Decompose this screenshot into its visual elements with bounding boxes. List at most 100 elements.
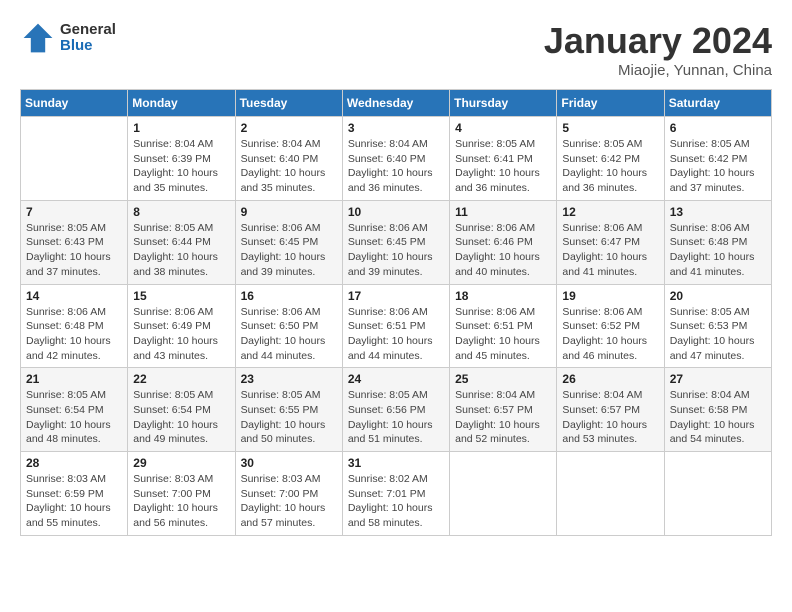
weekday-header: Monday [128, 90, 235, 117]
day-detail: Sunrise: 8:04 AMSunset: 6:58 PMDaylight:… [670, 388, 766, 447]
day-number: 17 [348, 289, 444, 303]
day-number: 28 [26, 456, 122, 470]
logo-blue: Blue [60, 38, 116, 55]
calendar-day-cell: 26Sunrise: 8:04 AMSunset: 6:57 PMDayligh… [557, 368, 664, 452]
day-number: 23 [241, 372, 337, 386]
calendar-day-cell: 17 Sunrise: 8:06 AMSunset: 6:51 PMDayligh… [342, 284, 449, 368]
calendar-day-cell: 15Sunrise: 8:06 AMSunset: 6:49 PMDayligh… [128, 284, 235, 368]
title-area: January 2024 Miaojie, Yunnan, China [544, 20, 772, 79]
day-number: 10 [348, 205, 444, 219]
calendar-day-cell: 28Sunrise: 8:03 AMSunset: 6:59 PMDayligh… [21, 452, 128, 536]
calendar-day-cell: 31Sunrise: 8:02 AMSunset: 7:01 PMDayligh… [342, 452, 449, 536]
calendar-day-cell: 3Sunrise: 8:04 AMSunset: 6:40 PMDaylight… [342, 117, 449, 201]
day-number: 24 [348, 372, 444, 386]
day-detail: Sunrise: 8:06 AMSunset: 6:51 PMDaylight:… [455, 305, 551, 364]
calendar-day-cell: 18 Sunrise: 8:06 AMSunset: 6:51 PMDayligh… [450, 284, 557, 368]
calendar-table: SundayMondayTuesdayWednesdayThursdayFrid… [20, 89, 772, 536]
day-detail: Sunrise: 8:06 AMSunset: 6:47 PMDaylight:… [562, 221, 658, 280]
day-number: 11 [455, 205, 551, 219]
calendar-day-cell: 29 Sunrise: 8:03 AMSunset: 7:00 PMDayligh… [128, 452, 235, 536]
day-detail: Sunrise: 8:05 AMSunset: 6:53 PMDaylight:… [670, 305, 766, 364]
weekday-header: Friday [557, 90, 664, 117]
day-detail: Sunrise: 8:06 AMSunset: 6:48 PMDaylight:… [670, 221, 766, 280]
calendar-day-cell: 9 Sunrise: 8:06 AMSunset: 6:45 PMDaylight… [235, 200, 342, 284]
day-detail: Sunrise: 8:03 AMSunset: 7:00 PMDaylight:… [241, 472, 337, 531]
day-detail: Sunrise: 8:06 AMSunset: 6:45 PMDaylight:… [348, 221, 444, 280]
day-number: 22 [133, 372, 229, 386]
calendar-day-cell: 12 Sunrise: 8:06 AMSunset: 6:47 PMDayligh… [557, 200, 664, 284]
day-detail: Sunrise: 8:06 AMSunset: 6:50 PMDaylight:… [241, 305, 337, 364]
day-detail: Sunrise: 8:05 AMSunset: 6:54 PMDaylight:… [133, 388, 229, 447]
calendar-week-row: 7Sunrise: 8:05 AMSunset: 6:43 PMDaylight… [21, 200, 772, 284]
day-detail: Sunrise: 8:05 AMSunset: 6:42 PMDaylight:… [562, 137, 658, 196]
day-number: 3 [348, 121, 444, 135]
calendar-day-cell: 21Sunrise: 8:05 AMSunset: 6:54 PMDayligh… [21, 368, 128, 452]
calendar-day-cell: 6Sunrise: 8:05 AMSunset: 6:42 PMDaylight… [664, 117, 771, 201]
logo-text: General Blue [60, 22, 116, 55]
day-detail: Sunrise: 8:06 AMSunset: 6:48 PMDaylight:… [26, 305, 122, 364]
calendar-day-cell [450, 452, 557, 536]
weekday-header: Sunday [21, 90, 128, 117]
weekday-header: Wednesday [342, 90, 449, 117]
calendar-day-cell: 4 Sunrise: 8:05 AMSunset: 6:41 PMDaylight… [450, 117, 557, 201]
weekday-header: Tuesday [235, 90, 342, 117]
day-detail: Sunrise: 8:06 AMSunset: 6:52 PMDaylight:… [562, 305, 658, 364]
day-number: 1 [133, 121, 229, 135]
calendar-day-cell: 2 Sunrise: 8:04 AMSunset: 6:40 PMDaylight… [235, 117, 342, 201]
calendar-day-cell: 1Sunrise: 8:04 AMSunset: 6:39 PMDaylight… [128, 117, 235, 201]
day-number: 16 [241, 289, 337, 303]
day-detail: Sunrise: 8:06 AMSunset: 6:51 PMDaylight:… [348, 305, 444, 364]
day-number: 30 [241, 456, 337, 470]
logo: General Blue [20, 20, 116, 56]
day-number: 18 [455, 289, 551, 303]
day-number: 8 [133, 205, 229, 219]
day-number: 14 [26, 289, 122, 303]
day-number: 5 [562, 121, 658, 135]
calendar-day-cell: 19 Sunrise: 8:06 AMSunset: 6:52 PMDayligh… [557, 284, 664, 368]
day-number: 4 [455, 121, 551, 135]
day-number: 26 [562, 372, 658, 386]
day-number: 27 [670, 372, 766, 386]
calendar-week-row: 1Sunrise: 8:04 AMSunset: 6:39 PMDaylight… [21, 117, 772, 201]
calendar-day-cell: 30 Sunrise: 8:03 AMSunset: 7:00 PMDayligh… [235, 452, 342, 536]
day-detail: Sunrise: 8:06 AMSunset: 6:45 PMDaylight:… [241, 221, 337, 280]
calendar-day-cell [664, 452, 771, 536]
calendar-day-cell: 23 Sunrise: 8:05 AMSunset: 6:55 PMDayligh… [235, 368, 342, 452]
calendar-header-row: SundayMondayTuesdayWednesdayThursdayFrid… [21, 90, 772, 117]
day-number: 31 [348, 456, 444, 470]
day-detail: Sunrise: 8:05 AMSunset: 6:41 PMDaylight:… [455, 137, 551, 196]
calendar-day-cell: 11 Sunrise: 8:06 AMSunset: 6:46 PMDayligh… [450, 200, 557, 284]
day-detail: Sunrise: 8:05 AMSunset: 6:56 PMDaylight:… [348, 388, 444, 447]
day-number: 9 [241, 205, 337, 219]
logo-icon [20, 20, 56, 56]
day-detail: Sunrise: 8:05 AMSunset: 6:42 PMDaylight:… [670, 137, 766, 196]
day-number: 12 [562, 205, 658, 219]
calendar-day-cell: 22 Sunrise: 8:05 AMSunset: 6:54 PMDayligh… [128, 368, 235, 452]
day-number: 15 [133, 289, 229, 303]
day-number: 21 [26, 372, 122, 386]
day-number: 19 [562, 289, 658, 303]
calendar-week-row: 21 Sunrise: 8:05 AMSunset: 6:54 PMDayligh… [21, 368, 772, 452]
day-detail: Sunrise: 8:03 AMSunset: 7:00 PMDaylight:… [133, 472, 229, 531]
calendar-day-cell: 10 Sunrise: 8:06 AMSunset: 6:45 PMDayligh… [342, 200, 449, 284]
day-number: 2 [241, 121, 337, 135]
calendar-day-cell: 13 Sunrise: 8:06 AMSunset: 6:48 PMDayligh… [664, 200, 771, 284]
day-detail: Sunrise: 8:04 AMSunset: 6:57 PMDaylight:… [455, 388, 551, 447]
day-number: 20 [670, 289, 766, 303]
day-detail: Sunrise: 8:05 AMSunset: 6:43 PMDaylight:… [26, 221, 122, 280]
calendar-day-cell: 7Sunrise: 8:05 AMSunset: 6:43 PMDaylight… [21, 200, 128, 284]
day-number: 13 [670, 205, 766, 219]
calendar-day-cell: 5 Sunrise: 8:05 AMSunset: 6:42 PMDaylight… [557, 117, 664, 201]
day-detail: Sunrise: 8:05 AMSunset: 6:44 PMDaylight:… [133, 221, 229, 280]
subtitle: Miaojie, Yunnan, China [544, 62, 772, 79]
calendar-day-cell: 8 Sunrise: 8:05 AMSunset: 6:44 PMDaylight… [128, 200, 235, 284]
day-detail: Sunrise: 8:05 AMSunset: 6:55 PMDaylight:… [241, 388, 337, 447]
calendar-day-cell: 24 Sunrise: 8:05 AMSunset: 6:56 PMDayligh… [342, 368, 449, 452]
calendar-day-cell [557, 452, 664, 536]
calendar-day-cell: 25Sunrise: 8:04 AMSunset: 6:57 PMDayligh… [450, 368, 557, 452]
day-detail: Sunrise: 8:04 AMSunset: 6:40 PMDaylight:… [241, 137, 337, 196]
day-detail: Sunrise: 8:06 AMSunset: 6:46 PMDaylight:… [455, 221, 551, 280]
day-number: 29 [133, 456, 229, 470]
calendar-day-cell: 27 Sunrise: 8:04 AMSunset: 6:58 PMDayligh… [664, 368, 771, 452]
calendar-day-cell: 14 Sunrise: 8:06 AMSunset: 6:48 PMDayligh… [21, 284, 128, 368]
